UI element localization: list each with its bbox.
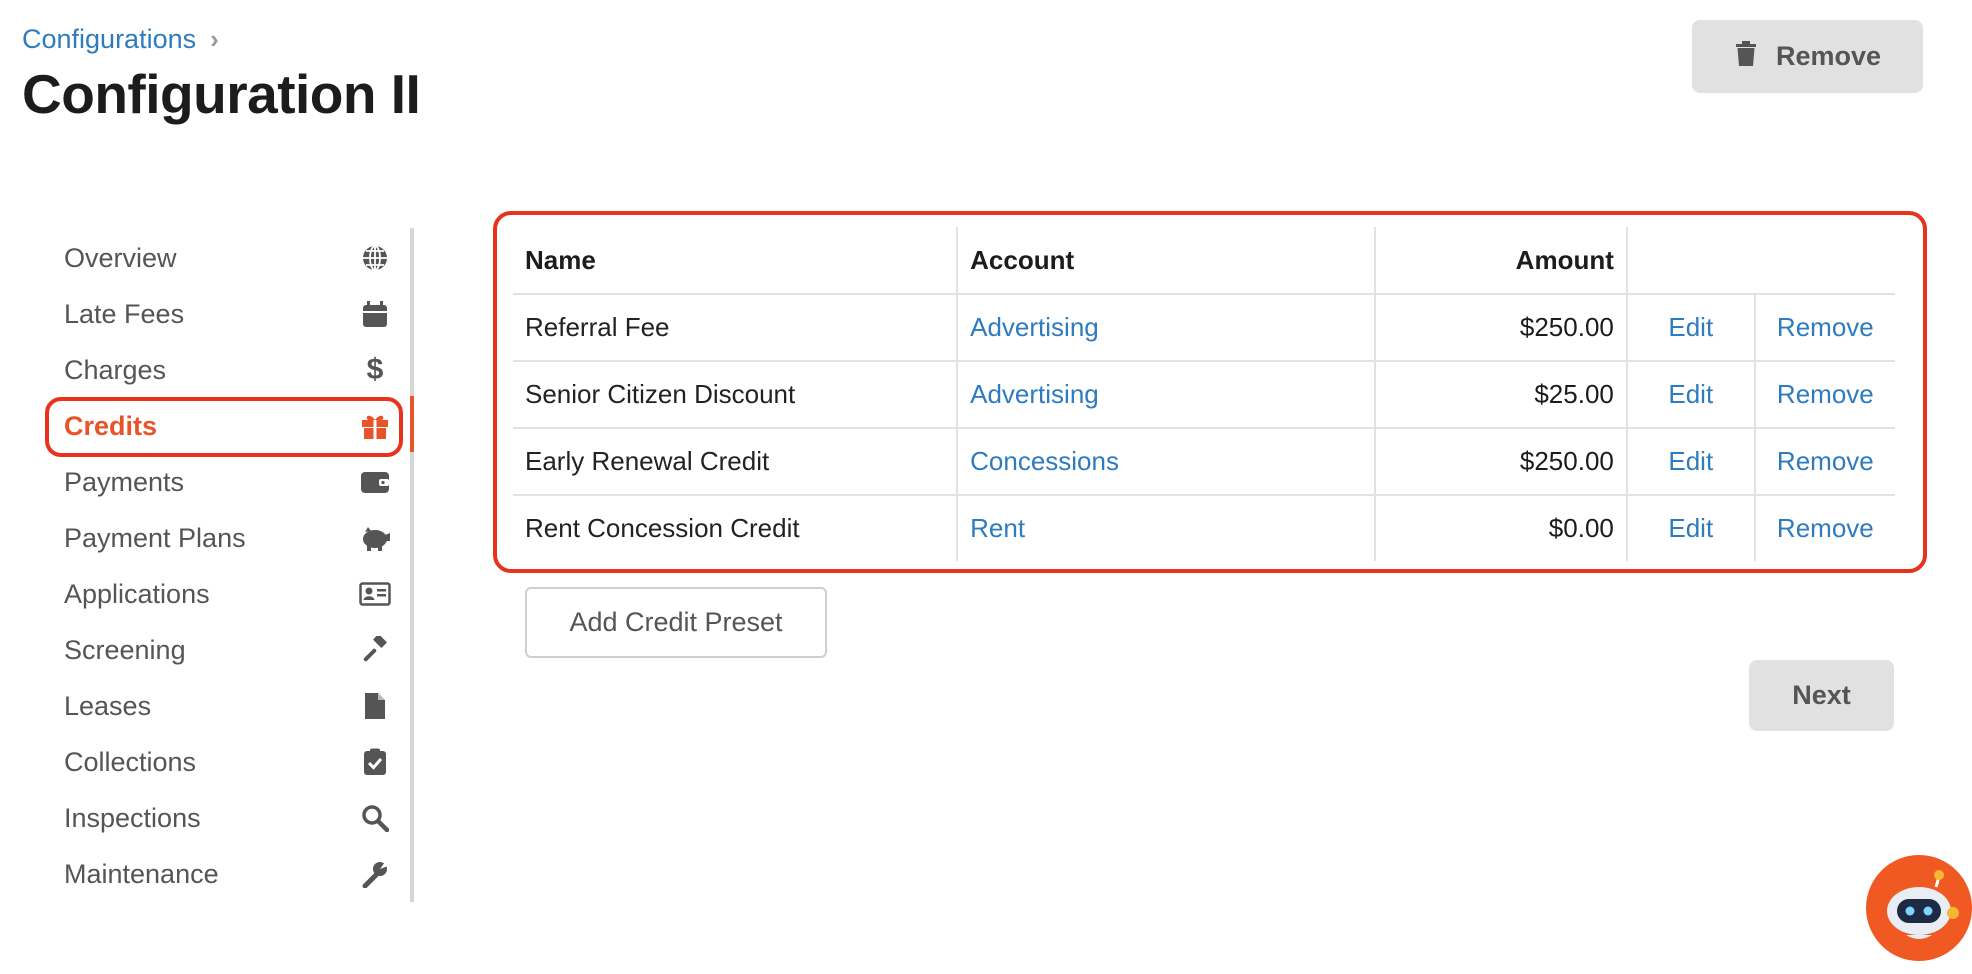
column-header-name: Name <box>513 227 958 295</box>
sidebar-item-label: Applications <box>64 578 210 609</box>
sidebar-item-charges[interactable]: Charges $ <box>64 342 394 398</box>
column-header-amount: Amount <box>1373 227 1627 295</box>
remove-link[interactable]: Remove <box>1777 513 1874 543</box>
credit-amount: $0.00 <box>1373 495 1627 561</box>
edit-link[interactable]: Edit <box>1668 312 1713 342</box>
dollar-icon: $ <box>366 353 384 386</box>
sidebar-item-label: Payments <box>64 466 185 497</box>
account-link[interactable]: Advertising <box>970 379 1099 409</box>
sidebar-item-leases[interactable]: Leases <box>64 678 394 734</box>
file-icon <box>358 689 392 723</box>
account-link[interactable]: Advertising <box>970 312 1099 342</box>
calendar-icon <box>358 297 392 331</box>
edit-link[interactable]: Edit <box>1668 446 1713 476</box>
remove-link[interactable]: Remove <box>1777 446 1874 476</box>
breadcrumb-separator: › <box>210 24 219 54</box>
breadcrumb-configurations-link[interactable]: Configurations <box>22 24 196 55</box>
id-card-icon <box>358 577 392 611</box>
sidebar-item-collections[interactable]: Collections <box>64 734 394 790</box>
credit-amount: $250.00 <box>1373 294 1627 362</box>
sidebar-item-label: Leases <box>64 690 152 721</box>
sidebar-item-label: Payment Plans <box>64 522 246 553</box>
account-link[interactable]: Rent <box>970 513 1025 543</box>
sidebar-item-overview[interactable]: Overview <box>64 230 394 286</box>
search-icon <box>358 801 392 835</box>
sidebar-item-label: Overview <box>64 242 177 273</box>
table-row: Early Renewal Credit Concessions $250.00… <box>513 428 1895 496</box>
sidebar-item-payment-plans[interactable]: Payment Plans <box>64 510 394 566</box>
column-header-actions <box>1625 227 1895 295</box>
gift-icon <box>358 409 392 443</box>
sidebar-item-label: Inspections <box>64 802 201 833</box>
trash-icon <box>1734 39 1758 74</box>
credit-name: Rent Concession Credit <box>525 513 800 543</box>
account-link[interactable]: Concessions <box>970 446 1119 476</box>
sidebar-item-label: Collections <box>64 746 197 777</box>
credit-name: Early Renewal Credit <box>513 428 958 496</box>
globe-icon <box>358 241 392 275</box>
remove-configuration-label: Remove <box>1775 41 1882 71</box>
sidebar-item-screening[interactable]: Screening <box>64 622 394 678</box>
sidebar-item-label: Credits <box>64 410 158 441</box>
piggy-bank-icon <box>358 521 392 555</box>
table-row: Rent Concession Credit Rent $0.00 Edit R… <box>513 495 1895 561</box>
sidebar-item-maintenance[interactable]: Maintenance <box>64 846 394 902</box>
robot-assistant-icon <box>1866 855 1972 961</box>
sidebar-item-label: Charges <box>64 354 167 385</box>
credit-amount: $25.00 <box>1373 361 1627 429</box>
breadcrumb: Configurations › <box>22 24 219 55</box>
credits-table: Name Account Amount Referral Fee Adverti… <box>513 227 1895 561</box>
sidebar-item-label: Late Fees <box>64 298 185 329</box>
wrench-icon <box>358 857 392 891</box>
table-row: Referral Fee Advertising $250.00 Edit Re… <box>513 294 1895 362</box>
sidebar-item-inspections[interactable]: Inspections <box>64 790 394 846</box>
wallet-icon <box>358 465 392 499</box>
credit-name: Senior Citizen Discount <box>513 361 958 429</box>
sidebar-item-credits[interactable]: Credits <box>64 398 394 454</box>
edit-link[interactable]: Edit <box>1668 513 1713 543</box>
page-title: Configuration II <box>22 63 421 125</box>
sidebar-item-label: Screening <box>64 634 186 665</box>
gavel-icon <box>358 633 392 667</box>
sidebar-item-late-fees[interactable]: Late Fees <box>64 286 394 342</box>
credit-name: Referral Fee <box>513 294 958 362</box>
remove-link[interactable]: Remove <box>1777 379 1874 409</box>
edit-link[interactable]: Edit <box>1668 379 1713 409</box>
sidebar-item-applications[interactable]: Applications <box>64 566 394 622</box>
remove-link[interactable]: Remove <box>1777 312 1874 342</box>
column-header-account: Account <box>956 227 1375 295</box>
credit-amount: $250.00 <box>1373 428 1627 496</box>
sidebar-active-indicator <box>410 396 414 452</box>
next-button[interactable]: Next <box>1749 660 1894 731</box>
chatbot-launcher[interactable] <box>1866 855 1972 961</box>
add-credit-preset-button[interactable]: Add Credit Preset <box>525 587 827 658</box>
table-row: Senior Citizen Discount Advertising $25.… <box>513 361 1895 429</box>
clipboard-check-icon <box>358 745 392 779</box>
table-header-row: Name Account Amount <box>513 227 1895 295</box>
remove-configuration-button[interactable]: Remove <box>1692 20 1923 93</box>
sidebar-rail <box>410 228 414 902</box>
sidebar-item-label: Maintenance <box>64 858 219 889</box>
sidebar-item-payments[interactable]: Payments <box>64 454 394 510</box>
